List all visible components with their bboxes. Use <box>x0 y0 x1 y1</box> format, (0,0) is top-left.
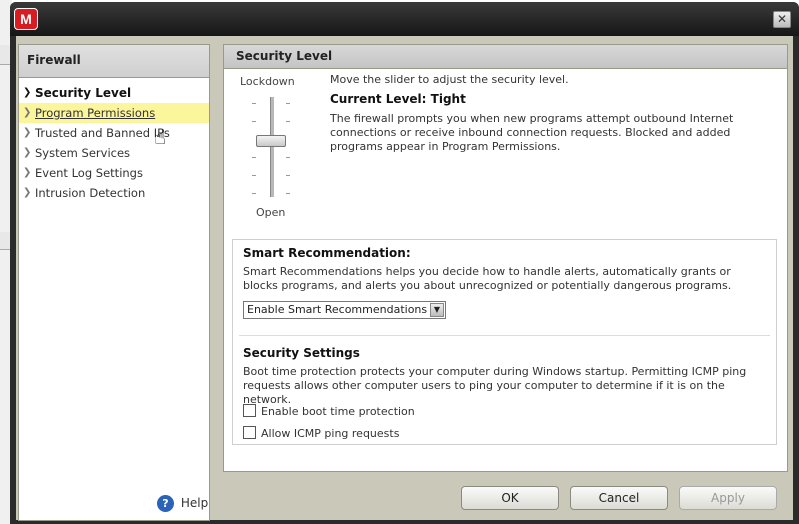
dialog-content: Firewall ❯ Security Level ❯ Program Perm… <box>16 36 793 521</box>
slider-thumb[interactable] <box>256 135 286 147</box>
section-divider <box>239 335 770 336</box>
apply-button[interactable]: Apply <box>679 486 777 510</box>
hand-cursor-icon: ☝ <box>154 125 167 149</box>
title-bar: M ✕ <box>10 2 799 36</box>
slider-tick <box>286 175 290 176</box>
boot-protection-label: Enable boot time protection <box>261 405 415 418</box>
app-logo: M <box>14 8 38 30</box>
security-slider[interactable]: Lockdown Open <box>234 75 316 225</box>
sidebar-header: Firewall <box>19 45 209 78</box>
panel-title: Security Level <box>224 45 787 69</box>
icmp-ping-checkbox-row[interactable]: Allow ICMP ping requests <box>243 426 399 441</box>
sidebar-nav: ❯ Security Level ❯ Program Permissions ❯… <box>19 78 209 203</box>
security-settings-title: Security Settings <box>243 346 360 360</box>
sidebar-item-label: Security Level <box>35 86 132 100</box>
slider-tick <box>252 193 256 194</box>
help-label: Help <box>180 496 209 510</box>
chevron-right-icon: ❯ <box>23 147 32 158</box>
slider-tick <box>286 121 290 122</box>
slider-tick <box>286 193 290 194</box>
level-info: Move the slider to adjust the security l… <box>330 73 780 154</box>
settings-box: Smart Recommendation: Smart Recommendati… <box>232 239 777 445</box>
sidebar-item-event-log-settings[interactable]: ❯ Event Log Settings <box>19 163 209 183</box>
chevron-right-icon: ❯ <box>23 187 32 198</box>
sidebar-item-label: Program Permissions <box>35 106 156 120</box>
sidebar-item-system-services[interactable]: ❯ System Services <box>19 143 209 163</box>
current-level: Current Level: Tight <box>330 92 780 106</box>
sidebar-item-label: Trusted and Banned IPs <box>35 126 170 140</box>
sidebar-item-security-level[interactable]: ❯ Security Level <box>19 83 209 103</box>
chevron-right-icon: ❯ <box>23 167 32 178</box>
smart-recommendation-section: Smart Recommendation: Smart Recommendati… <box>243 246 768 293</box>
boot-protection-checkbox[interactable] <box>243 404 256 417</box>
security-level-panel: Security Level Lockdown Open Move the sl… <box>223 44 788 472</box>
slider-track[interactable] <box>270 97 274 197</box>
chevron-right-icon: ❯ <box>23 87 32 98</box>
sidebar-item-program-permissions[interactable]: ❯ Program Permissions <box>19 103 209 123</box>
slider-min-label: Open <box>256 206 286 219</box>
ok-button[interactable]: OK <box>461 486 559 510</box>
sidebar-item-label: Intrusion Detection <box>35 186 146 200</box>
boot-protection-checkbox-row[interactable]: Enable boot time protection <box>243 404 415 419</box>
slider-tick <box>252 121 256 122</box>
current-level-value: Tight <box>430 92 466 106</box>
help-icon: ? <box>157 495 174 512</box>
chevron-right-icon: ❯ <box>23 107 32 118</box>
help-link[interactable]: ? Help <box>157 495 208 512</box>
firewall-dialog: M ✕ Firewall ❯ Security Level ❯ Program … <box>10 2 799 524</box>
smart-recommendation-title: Smart Recommendation: <box>243 246 411 260</box>
smart-recommendation-select[interactable]: Enable Smart Recommendations ▼ <box>243 301 446 319</box>
sidebar-item-label: Event Log Settings <box>35 166 143 180</box>
slider-tick <box>252 175 256 176</box>
slider-tick <box>252 103 256 104</box>
slider-tick <box>286 103 290 104</box>
slider-tick <box>286 157 290 158</box>
cancel-button[interactable]: Cancel <box>570 486 668 510</box>
icmp-ping-checkbox[interactable] <box>243 426 256 439</box>
slider-tick <box>252 157 256 158</box>
security-settings-section: Security Settings Boot time protection p… <box>243 346 773 407</box>
sidebar-item-label: System Services <box>35 146 131 160</box>
security-settings-description: Boot time protection protects your compu… <box>243 365 747 406</box>
sidebar: Firewall ❯ Security Level ❯ Program Perm… <box>18 44 210 521</box>
chevron-right-icon: ❯ <box>23 127 32 138</box>
current-level-label: Current Level: <box>330 92 427 106</box>
icmp-ping-label: Allow ICMP ping requests <box>261 427 400 440</box>
sidebar-item-trusted-banned-ips[interactable]: ❯ Trusted and Banned IPs <box>19 123 209 143</box>
level-description: The firewall prompts you when new progra… <box>330 112 734 153</box>
slider-instruction: Move the slider to adjust the security l… <box>330 73 569 86</box>
sidebar-item-intrusion-detection[interactable]: ❯ Intrusion Detection <box>19 183 209 203</box>
dropdown-arrow-icon[interactable]: ▼ <box>430 303 444 317</box>
close-button[interactable]: ✕ <box>773 11 791 28</box>
select-value: Enable Smart Recommendations <box>247 303 428 316</box>
slider-max-label: Lockdown <box>240 75 295 88</box>
smart-recommendation-description: Smart Recommendations helps you decide h… <box>243 265 732 292</box>
